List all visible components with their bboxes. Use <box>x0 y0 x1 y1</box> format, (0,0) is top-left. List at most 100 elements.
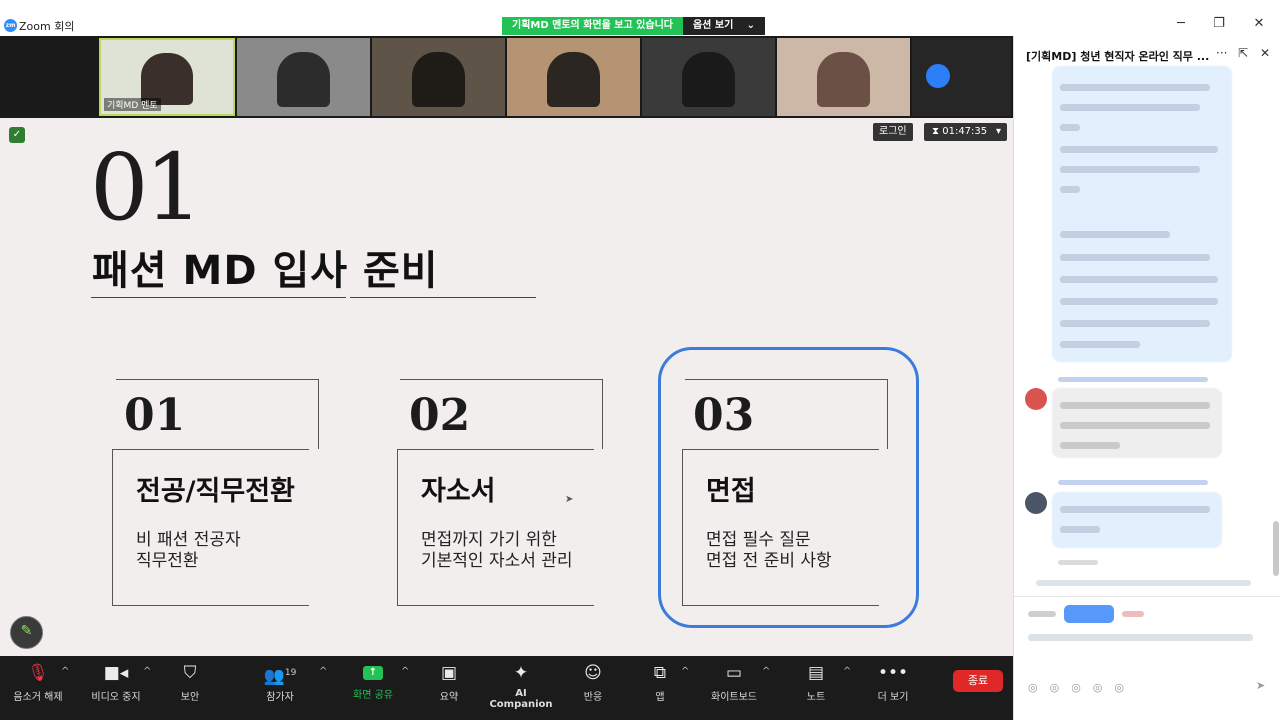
reactions-button[interactable]: ☺ 반응 <box>576 662 610 703</box>
divider <box>112 605 309 606</box>
slide-title: 패션 MD 입사 준비 <box>92 248 439 294</box>
blurred-text <box>1058 377 1208 382</box>
shield-icon[interactable]: ✓ <box>9 127 25 143</box>
blurred-text <box>1060 84 1210 91</box>
blurred-text <box>1060 298 1218 305</box>
participants-label: 참가자 <box>266 692 294 703</box>
shield-icon: ⛉ <box>183 663 197 683</box>
slide-section-number: 01 <box>90 134 203 241</box>
more-button[interactable]: ••• 더 보기 <box>874 662 912 703</box>
card-line: 기본적인 자소서 관리 <box>421 551 573 571</box>
share-banner-text: 기획MD 멘토의 화면을 보고 있습니다 <box>502 17 683 35</box>
close-icon[interactable]: ✕ <box>1260 46 1270 60</box>
divider <box>1014 596 1280 597</box>
share-screen-button[interactable]: ↑ 화면 공유 <box>348 662 398 701</box>
chevron-up-icon[interactable]: ^ <box>401 666 409 677</box>
close-icon[interactable]: ✕ <box>1249 16 1269 31</box>
video-tile[interactable] <box>372 38 505 116</box>
divider <box>91 297 346 298</box>
ai-companion-button[interactable]: ✦ AI Companion <box>484 662 558 710</box>
whiteboard-icon: ▭ <box>725 663 743 683</box>
summary-button[interactable]: ▣ 요약 <box>430 662 468 703</box>
chat-message <box>1052 492 1222 548</box>
video-tile[interactable] <box>507 38 640 116</box>
share-screen-label: 화면 공유 <box>353 690 393 701</box>
blurred-text <box>1058 560 1098 565</box>
participant-name: 기획MD 멘토 <box>104 98 161 111</box>
annotate-button[interactable]: ✎ <box>10 616 43 649</box>
participant-video <box>681 52 736 107</box>
card-line: 비 패션 전공자 <box>136 530 241 550</box>
divider <box>400 379 603 380</box>
whiteboard-button[interactable]: ▭ 화이트보드 <box>706 662 762 703</box>
notes-label: 노트 <box>806 692 826 703</box>
whiteboard-label: 화이트보드 <box>711 692 757 703</box>
scrollbar[interactable] <box>1273 521 1279 576</box>
stop-video-label: 비디오 중지 <box>91 692 141 703</box>
unmute-button[interactable]: 🎙 음소거 해제 <box>8 662 68 703</box>
ai-companion-label: AI Companion <box>489 688 553 710</box>
minimize-icon[interactable]: ─ <box>1171 16 1191 31</box>
end-meeting-button[interactable]: 종료 <box>953 670 1003 692</box>
stop-video-button[interactable]: ■◂ 비디오 중지 <box>86 662 146 703</box>
card-line: 직무전환 <box>136 551 199 571</box>
video-tile[interactable] <box>912 38 1011 116</box>
blurred-text <box>1028 611 1056 617</box>
video-tile[interactable] <box>642 38 775 116</box>
chat-input[interactable] <box>1028 634 1253 641</box>
login-button[interactable]: 로그인 <box>873 123 913 141</box>
participant-video <box>411 52 466 107</box>
hourglass-icon: ⧗ <box>932 126 940 137</box>
more-dots-icon: ••• <box>877 663 909 683</box>
blurred-text <box>1060 442 1120 449</box>
blurred-text <box>1060 506 1210 513</box>
view-options-button[interactable]: 옵션 보기 ⌄ <box>682 17 765 35</box>
video-tile[interactable] <box>237 38 370 116</box>
chevron-up-icon[interactable]: ^ <box>681 666 689 677</box>
avatar <box>1025 492 1047 514</box>
send-icon[interactable]: ➤ <box>1256 679 1265 692</box>
chevron-up-icon[interactable]: ^ <box>843 666 851 677</box>
compose-icons[interactable]: ◎◎◎◎◎ <box>1028 681 1136 694</box>
apps-button[interactable]: ⧉ 앱 <box>645 662 675 703</box>
sparkle-icon: ✦ <box>513 663 529 683</box>
restore-icon[interactable]: ❐ <box>1209 16 1229 31</box>
avatar <box>926 64 950 88</box>
blurred-text <box>1058 480 1208 485</box>
participant-video <box>546 52 601 107</box>
summary-icon: ▣ <box>440 663 458 683</box>
divider <box>682 605 879 606</box>
video-tile[interactable] <box>777 38 910 116</box>
divider <box>397 605 594 606</box>
apps-icon: ⧉ <box>653 663 667 683</box>
blurred-text <box>1060 320 1210 327</box>
chevron-up-icon[interactable]: ^ <box>61 666 69 677</box>
view-options-label: 옵션 보기 <box>692 20 734 31</box>
security-label: 보안 <box>180 692 200 703</box>
reactions-label: 반응 <box>583 692 603 703</box>
card-number: 01 <box>124 390 186 441</box>
people-icon: 👥19 <box>263 666 297 687</box>
card-heading: 면접 <box>706 476 756 507</box>
recipient-chip[interactable] <box>1064 605 1114 623</box>
card-line: 면접 필수 질문 <box>706 530 811 550</box>
blurred-text <box>1060 341 1140 348</box>
blurred-text <box>1036 580 1251 586</box>
summary-label: 요약 <box>439 692 459 703</box>
chevron-down-icon: ⌄ <box>746 20 755 31</box>
chevron-up-icon[interactable]: ^ <box>319 666 327 677</box>
popout-icon[interactable]: ⇱ <box>1238 46 1248 60</box>
timer-value: 01:47:35 <box>942 126 988 137</box>
chevron-up-icon[interactable]: ^ <box>143 666 151 677</box>
chevron-up-icon[interactable]: ^ <box>762 666 770 677</box>
apps-label: 앱 <box>655 692 665 703</box>
blurred-text <box>1060 526 1100 533</box>
video-tile-speaker[interactable]: 기획MD 멘토 <box>99 38 235 116</box>
more-dots-icon[interactable]: ··· <box>1216 46 1227 60</box>
share-arrow-icon: ↑ <box>363 666 383 680</box>
timer-badge[interactable]: ⧗ 01:47:35 ▾ <box>924 123 1007 141</box>
card-line: 면접 전 준비 사항 <box>706 551 832 571</box>
notes-button[interactable]: ▤ 노트 <box>802 662 830 703</box>
security-button[interactable]: ⛉ 보안 <box>170 662 210 703</box>
participants-button[interactable]: 👥19 참가자 <box>258 662 302 703</box>
